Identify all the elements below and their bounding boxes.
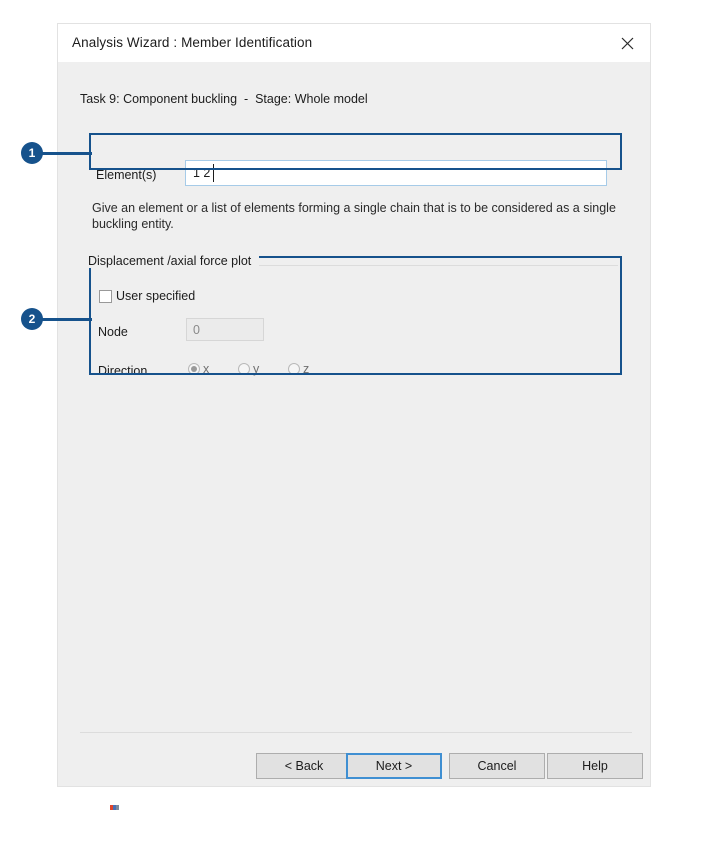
footer-separator [80,732,632,733]
node-input[interactable] [186,318,264,341]
radio-circle-icon [288,363,300,375]
annotation-badge-1: 1 [21,142,43,164]
direction-radio-z[interactable]: z [288,362,309,376]
window-corner-artifact [110,805,119,810]
direction-radio-x-label: x [203,362,210,376]
task-stage-label: Task 9: Component buckling - Stage: Whol… [80,92,368,106]
direction-radio-x[interactable]: x [188,362,209,376]
direction-radio-y-label: y [253,362,260,376]
direction-label: Direction [98,364,148,378]
annotation-badge-2: 2 [21,308,43,330]
close-icon[interactable] [605,24,650,62]
elements-help-text: Give an element or a list of elements fo… [92,201,616,231]
user-specified-checkbox[interactable]: User specified [99,289,195,303]
dialog-title: Analysis Wizard : Member Identification [72,35,313,50]
back-button[interactable]: < Back [256,753,352,779]
checkbox-box-icon [99,289,112,303]
group-header-label: Displacement /axial force plot [88,254,260,268]
text-caret [213,164,214,182]
elements-input[interactable] [185,160,607,186]
cancel-button[interactable]: Cancel [449,753,545,779]
direction-radio-z-label: z [303,362,310,376]
analysis-wizard-dialog: Analysis Wizard : Member Identification … [58,24,650,810]
radio-circle-icon [238,363,250,375]
dialog-titlebar: Analysis Wizard : Member Identification [58,24,650,62]
radio-circle-icon [188,363,200,375]
next-button[interactable]: Next > [346,753,442,779]
help-button[interactable]: Help [547,753,643,779]
elements-label: Element(s) [96,168,157,182]
node-label: Node [98,325,128,339]
user-specified-label: User specified [116,289,196,303]
direction-radio-y[interactable]: y [238,362,259,376]
